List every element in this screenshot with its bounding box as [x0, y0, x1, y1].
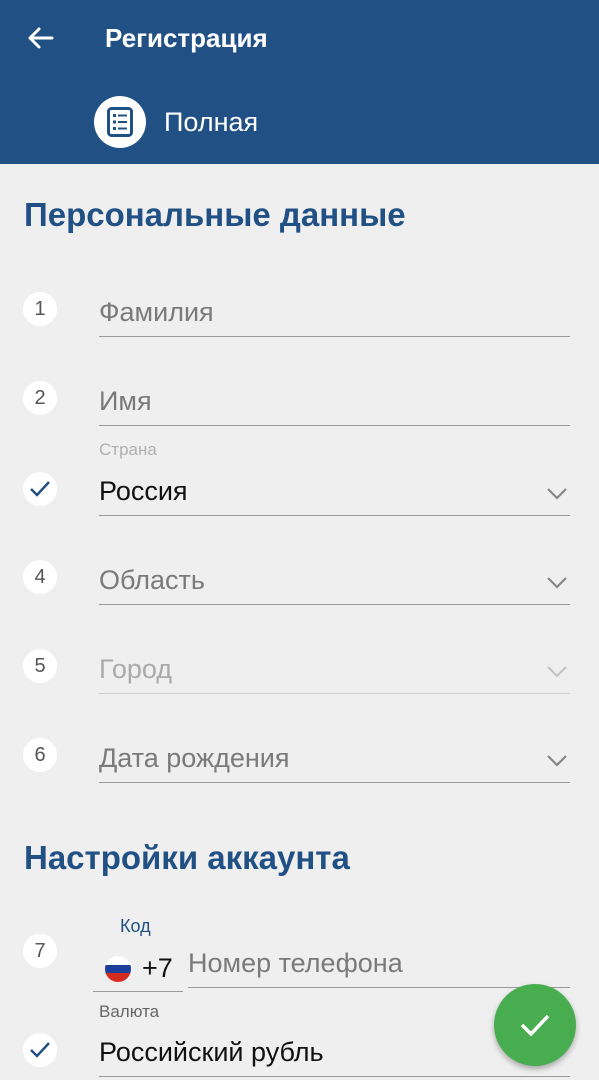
step-badge-7: 7: [23, 934, 57, 968]
check-icon: [30, 1042, 50, 1058]
region-select[interactable]: Область: [99, 561, 570, 605]
city-placeholder: Город: [99, 654, 173, 684]
list-form-icon[interactable]: [94, 96, 146, 148]
submit-fab-button[interactable]: [494, 984, 576, 1066]
check-icon: [520, 1014, 550, 1037]
phone-number-input[interactable]: Номер телефона: [188, 940, 570, 988]
birth-date-placeholder: Дата рождения: [99, 743, 290, 773]
chevron-down-icon: [547, 488, 567, 500]
step-badge-2: 2: [23, 381, 57, 415]
chevron-down-icon: [547, 577, 567, 589]
region-placeholder: Область: [99, 565, 205, 595]
step-badge-6: 6: [23, 738, 57, 772]
page-title: Регистрация: [105, 23, 268, 53]
phone-number-placeholder: Номер телефона: [188, 948, 403, 978]
first-name-field[interactable]: Имя: [99, 382, 570, 426]
step-badge-5: 5: [23, 649, 57, 683]
section-title-account: Настройки аккаунта: [24, 839, 350, 876]
phone-code-label: Код: [120, 916, 151, 936]
currency-value: Российский рубль: [99, 1037, 324, 1067]
last-name-field[interactable]: Фамилия: [99, 293, 570, 337]
chevron-down-icon: [547, 755, 567, 767]
country-select[interactable]: Россия: [99, 472, 570, 516]
step-badge-4: 4: [23, 560, 57, 594]
last-name-placeholder: Фамилия: [99, 297, 214, 327]
section-title-personal: Персональные данные: [24, 196, 406, 233]
arrow-left-icon: [28, 27, 54, 49]
back-button[interactable]: [22, 20, 58, 56]
registration-mode-label[interactable]: Полная: [164, 106, 258, 138]
currency-label: Валюта: [99, 1002, 160, 1021]
step-check-country: [23, 472, 57, 506]
russia-flag-icon: [105, 956, 131, 982]
step-check-currency: [23, 1033, 57, 1067]
city-select[interactable]: Город: [99, 650, 570, 694]
country-value: Россия: [99, 476, 188, 506]
country-code-value: +7: [142, 953, 173, 983]
country-code-select[interactable]: +7: [93, 944, 183, 992]
birth-date-select[interactable]: Дата рождения: [99, 739, 570, 783]
country-label: Страна: [99, 440, 157, 459]
first-name-placeholder: Имя: [99, 386, 152, 416]
chevron-down-icon: [547, 666, 567, 678]
app-bar: Регистрация Полная: [0, 0, 599, 164]
check-icon: [30, 481, 50, 497]
step-badge-1: 1: [23, 292, 57, 326]
